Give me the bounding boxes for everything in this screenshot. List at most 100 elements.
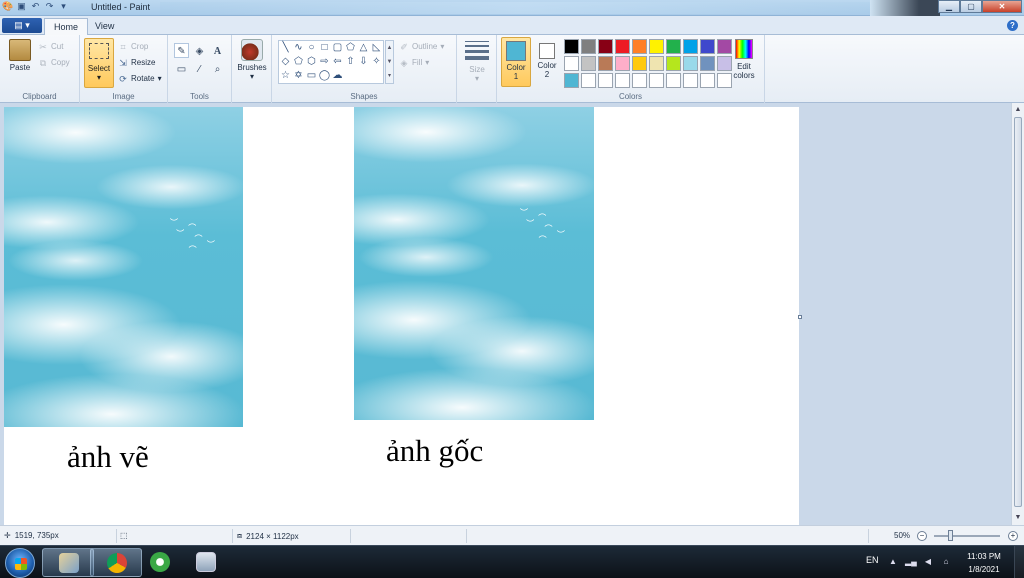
rotate-button[interactable]: ⟳ Rotate ▾ — [118, 72, 161, 85]
diamond-shape-icon[interactable]: ◇ — [279, 55, 292, 69]
palette-swatch[interactable] — [632, 39, 647, 54]
rounded-rectangle-shape-icon[interactable]: ▢ — [331, 41, 344, 55]
show-desktop-button[interactable] — [1014, 546, 1024, 578]
palette-swatch[interactable] — [683, 56, 698, 71]
color2-button[interactable]: Color 2 — [533, 37, 561, 87]
palette-swatch[interactable] — [615, 73, 630, 88]
crop-button[interactable]: ⌗ Crop — [118, 40, 148, 53]
copy-button[interactable]: ⧉ Copy — [38, 56, 70, 69]
scroll-down-arrow[interactable]: ▼ — [1013, 513, 1023, 523]
edit-colors-button[interactable]: Edit colors — [732, 39, 756, 80]
four-point-star-shape-icon[interactable]: ✧ — [370, 55, 383, 69]
palette-swatch[interactable] — [683, 39, 698, 54]
pentagon-shape-icon[interactable]: ⬠ — [292, 55, 305, 69]
help-icon[interactable]: ? — [1007, 20, 1018, 31]
right-triangle-shape-icon[interactable]: ◺ — [370, 41, 383, 55]
volume-icon[interactable]: ◀ — [923, 557, 933, 567]
palette-swatch[interactable] — [581, 39, 596, 54]
palette-swatch[interactable] — [598, 39, 613, 54]
palette-swatch[interactable] — [564, 73, 579, 88]
palette-swatch[interactable] — [649, 56, 664, 71]
palette-swatch[interactable] — [598, 73, 613, 88]
left-arrow-shape-icon[interactable]: ⇦ — [331, 55, 344, 69]
cut-button[interactable]: ✂ Cut — [38, 40, 63, 53]
zoom-slider-track[interactable] — [934, 535, 1000, 537]
five-point-star-shape-icon[interactable]: ☆ — [279, 69, 292, 83]
curve-shape-icon[interactable]: ∿ — [292, 41, 305, 55]
color-picker-icon[interactable]: ⁄ — [192, 61, 207, 76]
select-button[interactable]: Select ▾ — [84, 38, 114, 88]
resize-button[interactable]: ⇲ Resize — [118, 56, 155, 69]
palette-swatch[interactable] — [683, 73, 698, 88]
redo-icon[interactable]: ↷ — [44, 1, 55, 12]
palette-swatch[interactable] — [615, 39, 630, 54]
triangle-shape-icon[interactable]: △ — [357, 41, 370, 55]
palette-swatch[interactable] — [717, 39, 732, 54]
close-button[interactable]: ✕ — [982, 0, 1022, 13]
palette-swatch[interactable] — [581, 73, 596, 88]
palette-swatch[interactable] — [581, 56, 596, 71]
zoom-out-button[interactable]: − — [917, 531, 927, 541]
palette-swatch[interactable] — [666, 73, 681, 88]
taskbar-paint[interactable] — [42, 548, 94, 577]
palette-swatch[interactable] — [598, 56, 613, 71]
line-shape-icon[interactable]: ╲ — [279, 41, 292, 55]
palette-swatch[interactable] — [649, 73, 664, 88]
palette-swatch[interactable] — [700, 73, 715, 88]
six-point-star-shape-icon[interactable]: ✡ — [292, 69, 305, 83]
zoom-in-button[interactable]: + — [1008, 531, 1018, 541]
palette-swatch[interactable] — [666, 39, 681, 54]
rounded-callout-shape-icon[interactable]: ▭ — [305, 69, 318, 83]
tab-home[interactable]: Home — [44, 18, 89, 36]
show-hidden-icons-arrow[interactable]: ▲ — [888, 557, 898, 567]
minimize-button[interactable]: ▁ — [938, 0, 960, 13]
undo-icon[interactable]: ↶ — [30, 1, 41, 12]
pencil-icon[interactable]: ✎ — [174, 43, 189, 58]
palette-swatch[interactable] — [564, 39, 579, 54]
signal-icon[interactable]: ▂▄ — [905, 557, 917, 567]
tab-view[interactable]: View — [86, 18, 123, 36]
rectangle-shape-icon[interactable]: □ — [318, 41, 331, 55]
scrollbar-thumb[interactable] — [1014, 117, 1022, 507]
drawing-canvas[interactable]: ︶ ︵ ︶ ︵ ︵ ︶ ︶ ︵ ︶ ︵ ︵ ︶ ảnh vẽ ảnh gốc — [4, 107, 799, 525]
polygon-shape-icon[interactable]: ⬠ — [344, 41, 357, 55]
fill-bucket-icon[interactable]: ◈ — [192, 43, 207, 58]
canvas-resize-handle-right[interactable] — [798, 315, 802, 319]
scroll-up-arrow[interactable]: ▲ — [1013, 105, 1023, 115]
eraser-icon[interactable]: ▭ — [174, 61, 189, 76]
brushes-button[interactable]: Brushes ▾ — [236, 39, 268, 81]
system-clock[interactable]: 11:03 PM 1/8/2021 — [962, 550, 1006, 576]
palette-swatch[interactable] — [666, 56, 681, 71]
palette-swatch[interactable] — [632, 56, 647, 71]
oval-callout-shape-icon[interactable]: ◯ — [318, 69, 331, 83]
fill-button[interactable]: ◈ Fill ▾ — [399, 56, 430, 69]
palette-swatch[interactable] — [717, 73, 732, 88]
hexagon-shape-icon[interactable]: ⬡ — [305, 55, 318, 69]
paint-app-icon[interactable]: 🎨 — [2, 1, 13, 12]
palette-swatch[interactable] — [615, 56, 630, 71]
language-indicator[interactable]: EN — [866, 555, 879, 578]
vertical-scrollbar[interactable]: ▲ ▼ — [1011, 103, 1024, 525]
shapes-gallery-scroll[interactable]: ▲ ▼ ▾ — [385, 40, 394, 84]
taskbar-app-green[interactable] — [134, 548, 186, 577]
maximize-button[interactable]: ▢ — [960, 0, 982, 13]
size-button[interactable]: Size ▾ — [461, 65, 493, 83]
down-arrow-shape-icon[interactable]: ⇩ — [357, 55, 370, 69]
cloud-callout-shape-icon[interactable]: ☁ — [331, 69, 344, 83]
up-arrow-shape-icon[interactable]: ⇧ — [344, 55, 357, 69]
zoom-slider-knob[interactable] — [948, 530, 953, 541]
taskbar-app-window[interactable] — [180, 548, 232, 577]
text-tool-icon[interactable]: A — [210, 43, 225, 58]
magnifier-icon[interactable]: ⌕ — [210, 61, 225, 76]
oval-shape-icon[interactable]: ○ — [305, 41, 318, 55]
palette-swatch[interactable] — [700, 56, 715, 71]
right-arrow-shape-icon[interactable]: ⇨ — [318, 55, 331, 69]
customize-qat-icon[interactable]: ▾ — [58, 1, 69, 12]
palette-swatch[interactable] — [564, 56, 579, 71]
palette-swatch[interactable] — [649, 39, 664, 54]
outline-button[interactable]: ✐ Outline ▾ — [399, 40, 444, 53]
palette-swatch[interactable] — [700, 39, 715, 54]
network-icon[interactable]: ⌂ — [941, 557, 951, 567]
paste-button[interactable]: Paste — [6, 39, 34, 72]
color1-button[interactable]: Color 1 — [501, 37, 531, 87]
